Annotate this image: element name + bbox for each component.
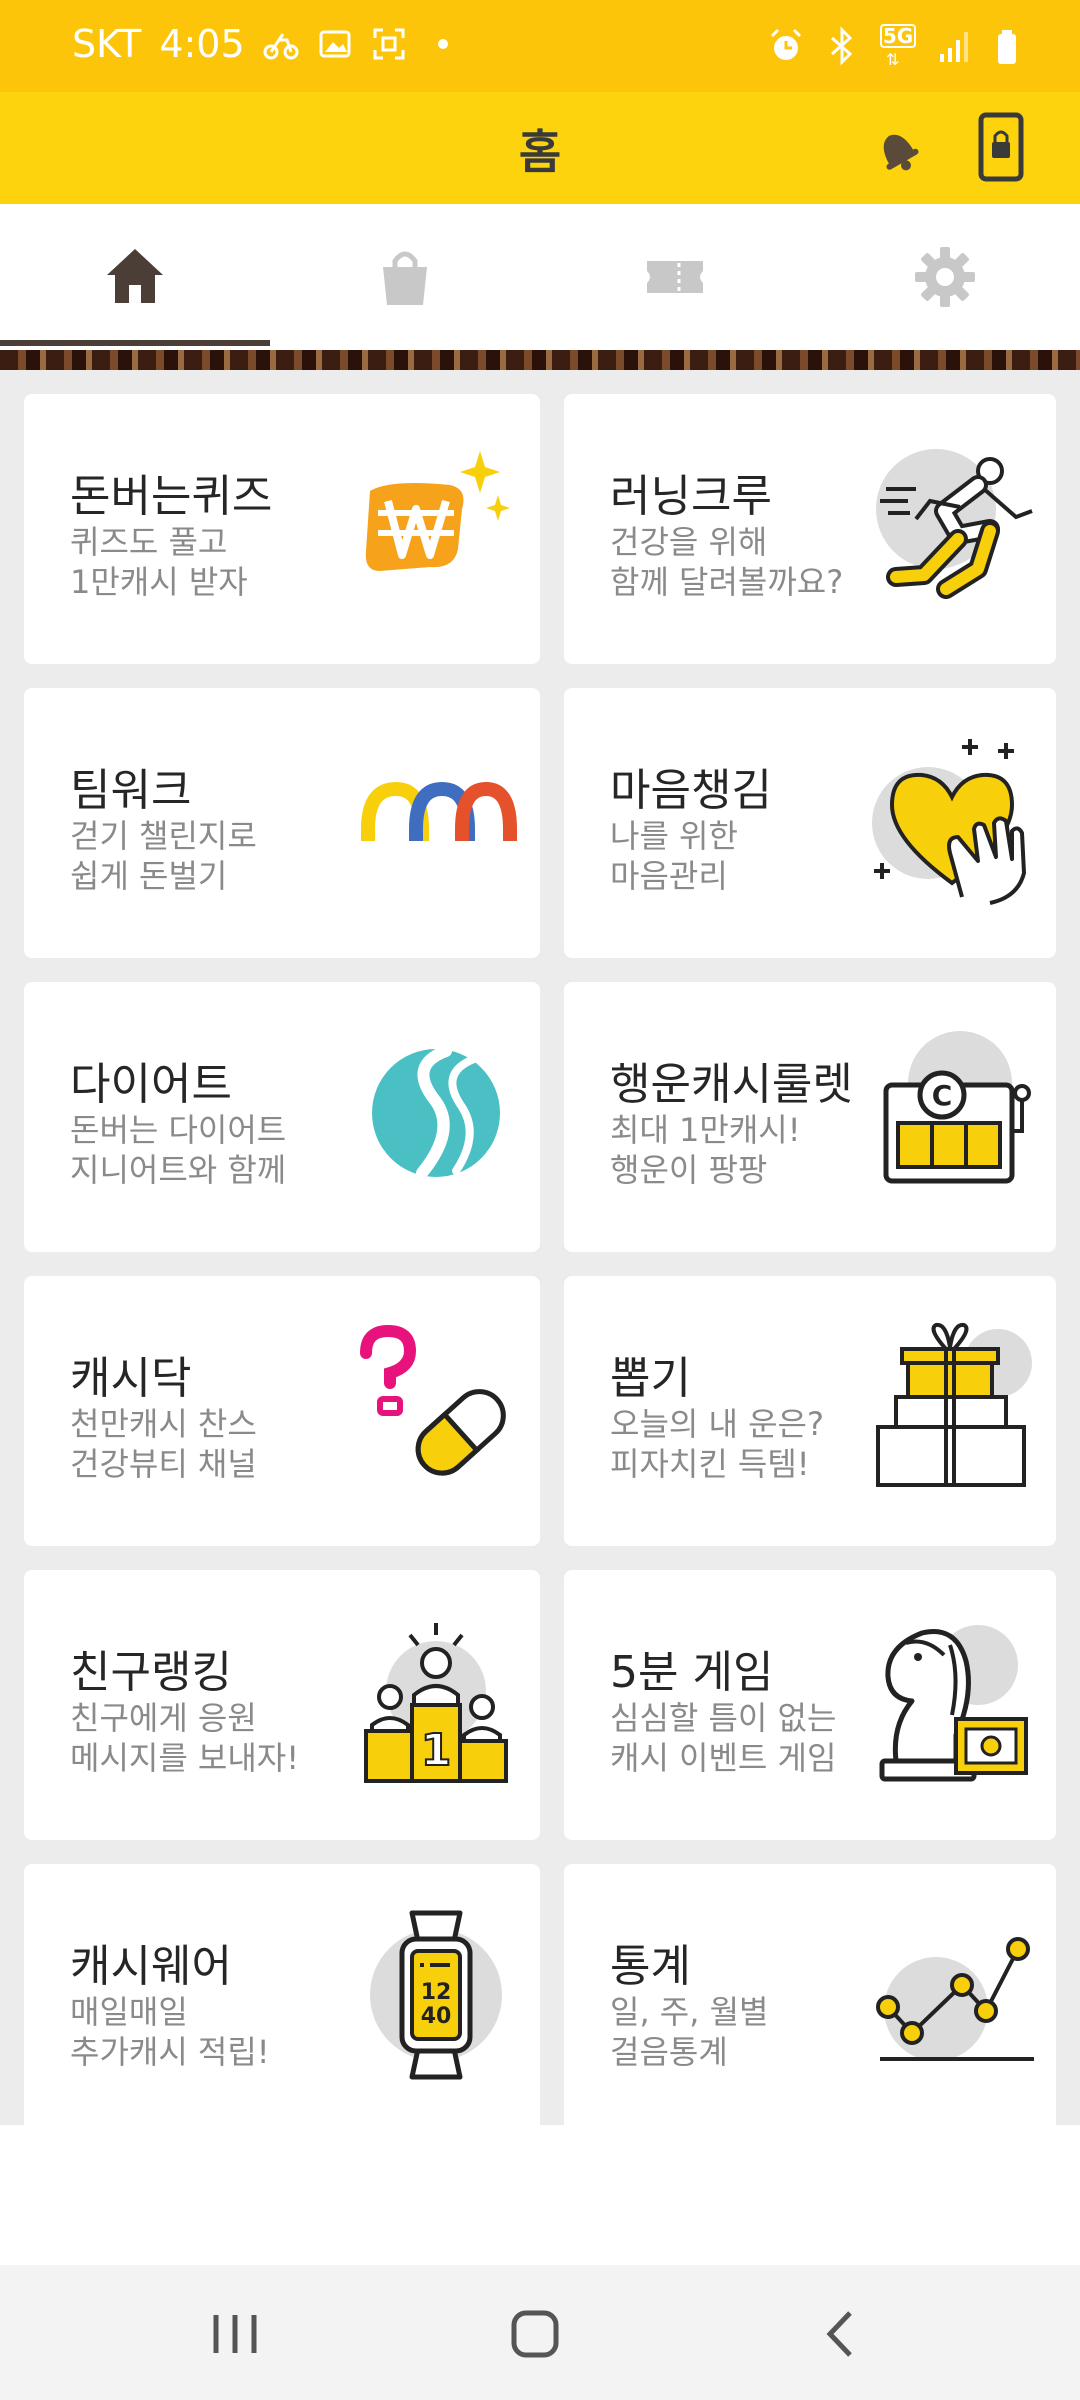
card-title: 통계 xyxy=(610,1941,691,1992)
bluetooth-icon xyxy=(831,26,853,66)
card-title: 마음챙김 xyxy=(610,765,772,816)
card-title: 캐시웨어 xyxy=(70,1941,232,1992)
card-diet[interactable]: 다이어트 돈버는 다이어트 지니어트와 함께 xyxy=(24,982,540,1252)
card-title: 돈버는퀴즈 xyxy=(70,471,273,522)
card-title: 캐시닥 xyxy=(70,1353,192,1404)
card-statistics[interactable]: 통계 일, 주, 월별 걸음통계 xyxy=(564,1864,1056,2134)
card-title: 러닝크루 xyxy=(610,471,772,522)
card-running-crew[interactable]: 러닝크루 건강을 위해 함께 달려볼까요? xyxy=(564,394,1056,664)
card-subtitle: 퀴즈도 풀고 1만캐시 받자 xyxy=(70,523,248,601)
screenshot-icon xyxy=(373,28,405,60)
signal-icon xyxy=(940,32,968,62)
card-title: 행운캐시룰렛 xyxy=(610,1059,853,1110)
podium-icon: 1 xyxy=(364,1623,508,1783)
card-subtitle: 최대 1만캐시! 행운이 팡팡 xyxy=(610,1111,801,1189)
content-footer-space xyxy=(0,2125,1080,2265)
5g-icon: 5G ⇅ xyxy=(880,24,916,69)
card-lucky-roulette[interactable]: 행운캐시룰렛 최대 1만캐시! 행운이 팡팡 C xyxy=(564,982,1056,1252)
card-subtitle: 심심할 틈이 없는 캐시 이벤트 게임 xyxy=(610,1699,837,1777)
card-mindfulness[interactable]: 마음챙김 나를 위한 마음관리 xyxy=(564,688,1056,958)
card-subtitle: 천만캐시 찬스 건강뷰티 채널 xyxy=(70,1405,257,1483)
home-circle-icon[interactable] xyxy=(500,2299,570,2369)
won-sparkle-icon xyxy=(365,451,510,571)
app-bar: 홈 xyxy=(0,92,1080,204)
battery-icon xyxy=(998,30,1016,64)
back-icon[interactable] xyxy=(806,2299,876,2369)
tab-shop[interactable] xyxy=(270,204,540,350)
card-title: 다이어트 xyxy=(70,1059,232,1110)
card-title: 팀워크 xyxy=(70,765,192,816)
card-subtitle: 돈버는 다이어트 지니어트와 함께 xyxy=(70,1111,287,1189)
card-subtitle: 건강을 위해 함께 달려볼까요? xyxy=(610,523,844,601)
clock: 4:05 xyxy=(159,22,245,66)
tab-settings[interactable] xyxy=(810,204,1080,350)
shopping-bag-icon xyxy=(383,251,427,305)
card-subtitle: 친구에게 응원 메시지를 보내자! xyxy=(70,1699,300,1777)
card-title: 5분 게임 xyxy=(610,1647,774,1698)
line-chart-icon xyxy=(876,1937,1034,2061)
svg-text:C: C xyxy=(932,1079,953,1112)
gear-icon xyxy=(915,247,975,307)
smartwatch-icon: 12 40 xyxy=(370,1910,502,2080)
card-subtitle: 나를 위한 마음관리 xyxy=(610,817,738,895)
card-lucky-draw[interactable]: 뽑기 오늘의 내 운은? 피자치킨 득템! xyxy=(564,1276,1056,1546)
recents-icon[interactable] xyxy=(200,2299,270,2369)
runner-icon xyxy=(876,449,1033,599)
heart-hand-icon xyxy=(872,739,1026,905)
phone-lock-icon[interactable] xyxy=(978,112,1024,182)
dot-icon xyxy=(437,39,448,49)
tab-bar xyxy=(0,204,1080,350)
alarm-icon xyxy=(770,28,802,60)
slot-machine-icon: C xyxy=(883,1031,1031,1184)
svg-text:1: 1 xyxy=(421,1725,452,1776)
card-cashdoc[interactable]: 캐시닥 천만캐시 찬스 건강뷰티 채널 xyxy=(24,1276,540,1546)
bell-icon[interactable] xyxy=(868,120,924,176)
network-label: 5G xyxy=(880,24,916,48)
banner-strip xyxy=(0,350,1080,370)
ticket-icon xyxy=(647,261,703,293)
card-5min-game[interactable]: 5분 게임 심심할 틈이 없는 캐시 이벤트 게임 xyxy=(564,1570,1056,1840)
card-teamwork[interactable]: 팀워크 걷기 챌린지로 쉽게 돈벌기 xyxy=(24,688,540,958)
cycling-icon xyxy=(263,33,299,60)
status-left: SKT 4:05 xyxy=(72,22,461,66)
chess-knight-icon xyxy=(879,1625,1028,1782)
card-title: 뽑기 xyxy=(610,1353,691,1404)
card-cashwear[interactable]: 캐시웨어 매일매일 추가캐시 적립! 12 40 xyxy=(24,1864,540,2134)
card-subtitle: 일, 주, 월별 걸음통계 xyxy=(610,1993,769,2071)
card-title: 친구랭킹 xyxy=(70,1647,232,1698)
pill-question-icon xyxy=(360,1324,506,1476)
home-icon xyxy=(107,249,163,303)
card-subtitle: 매일매일 추가캐시 적립! xyxy=(70,1993,270,2071)
card-subtitle: 오늘의 내 운은? 피자치킨 득템! xyxy=(610,1405,824,1483)
status-right: 5G ⇅ xyxy=(768,24,1028,69)
status-bar: SKT 4:05 5G ⇅ xyxy=(0,0,1080,92)
tab-home[interactable] xyxy=(0,204,270,350)
teamwork-arches-icon xyxy=(361,781,517,841)
svg-text:40: 40 xyxy=(421,2004,452,2029)
tab-coupon[interactable] xyxy=(540,204,810,350)
svg-text:12: 12 xyxy=(421,1980,452,2005)
active-tab-indicator xyxy=(0,340,270,346)
card-subtitle: 걷기 챌린지로 쉽게 돈벌기 xyxy=(70,817,257,895)
carrier-label: SKT xyxy=(72,22,142,66)
system-nav-bar xyxy=(0,2265,1080,2400)
gallery-icon xyxy=(319,30,351,58)
card-friend-ranking[interactable]: 친구랭킹 친구에게 응원 메시지를 보내자! 1 xyxy=(24,1570,540,1840)
gift-box-icon xyxy=(876,1322,1032,1487)
card-money-quiz[interactable]: 돈버는퀴즈 퀴즈도 풀고 1만캐시 받자 xyxy=(24,394,540,664)
diet-logo-icon xyxy=(372,1045,500,1179)
